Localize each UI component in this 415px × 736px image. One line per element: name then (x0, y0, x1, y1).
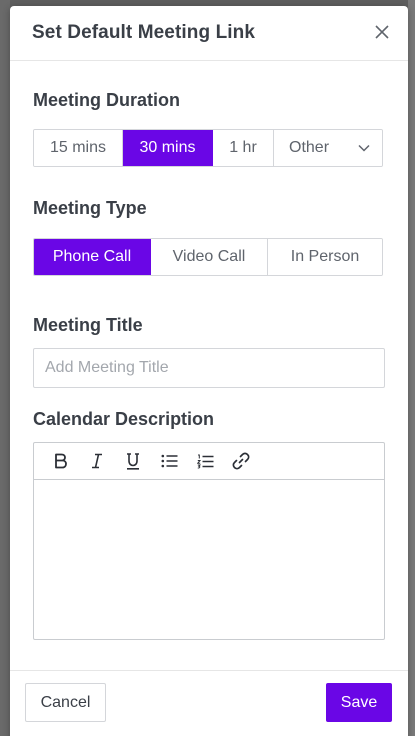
close-icon (375, 25, 389, 39)
duration-option-15[interactable]: 15 mins (34, 130, 123, 166)
duration-other-value: Other (289, 139, 330, 156)
duration-option-1hr[interactable]: 1 hr (213, 130, 274, 166)
link-icon (232, 452, 250, 470)
meeting-duration-label: Meeting Duration (33, 90, 180, 110)
meeting-link-dialog: Set Default Meeting Link Meeting Duratio… (10, 6, 408, 736)
close-button[interactable] (370, 20, 394, 44)
italic-button[interactable] (79, 446, 115, 476)
link-button[interactable] (223, 446, 259, 476)
background-page (0, 0, 10, 736)
bold-button[interactable] (43, 446, 79, 476)
bulleted-list-button[interactable] (151, 446, 187, 476)
numbered-list-icon (196, 454, 213, 469)
numbered-list-button[interactable] (187, 446, 223, 476)
calendar-description-editor (33, 442, 385, 640)
duration-option-30[interactable]: 30 mins (123, 130, 213, 166)
type-option-in-person[interactable]: In Person (268, 239, 382, 275)
underline-icon (127, 452, 139, 470)
meeting-type-label: Meeting Type (33, 198, 147, 218)
duration-other-select[interactable]: Other (274, 130, 382, 166)
type-option-phone-call[interactable]: Phone Call (34, 239, 151, 275)
dialog-footer: Cancel Save (10, 670, 408, 736)
meeting-type-selector: Phone Call Video Call In Person (33, 238, 383, 276)
editor-toolbar (34, 443, 384, 480)
save-button[interactable]: Save (326, 683, 392, 722)
calendar-description-label: Calendar Description (33, 409, 215, 429)
meeting-title-input[interactable] (33, 348, 385, 388)
chevron-down-icon (358, 144, 370, 152)
type-option-video-call[interactable]: Video Call (151, 239, 268, 275)
description-text-area[interactable] (34, 480, 384, 639)
dialog-title: Set Default Meeting Link (32, 22, 256, 43)
meeting-title-label: Meeting Title (33, 315, 143, 335)
background-page-edge (408, 0, 415, 736)
meeting-duration-selector: 15 mins 30 mins 1 hr Other (33, 129, 383, 167)
underline-button[interactable] (115, 446, 151, 476)
dialog-header: Set Default Meeting Link (10, 6, 408, 61)
bulleted-list-icon (161, 454, 177, 468)
bold-icon (55, 453, 67, 469)
italic-icon (92, 453, 102, 469)
cancel-button[interactable]: Cancel (25, 683, 106, 722)
